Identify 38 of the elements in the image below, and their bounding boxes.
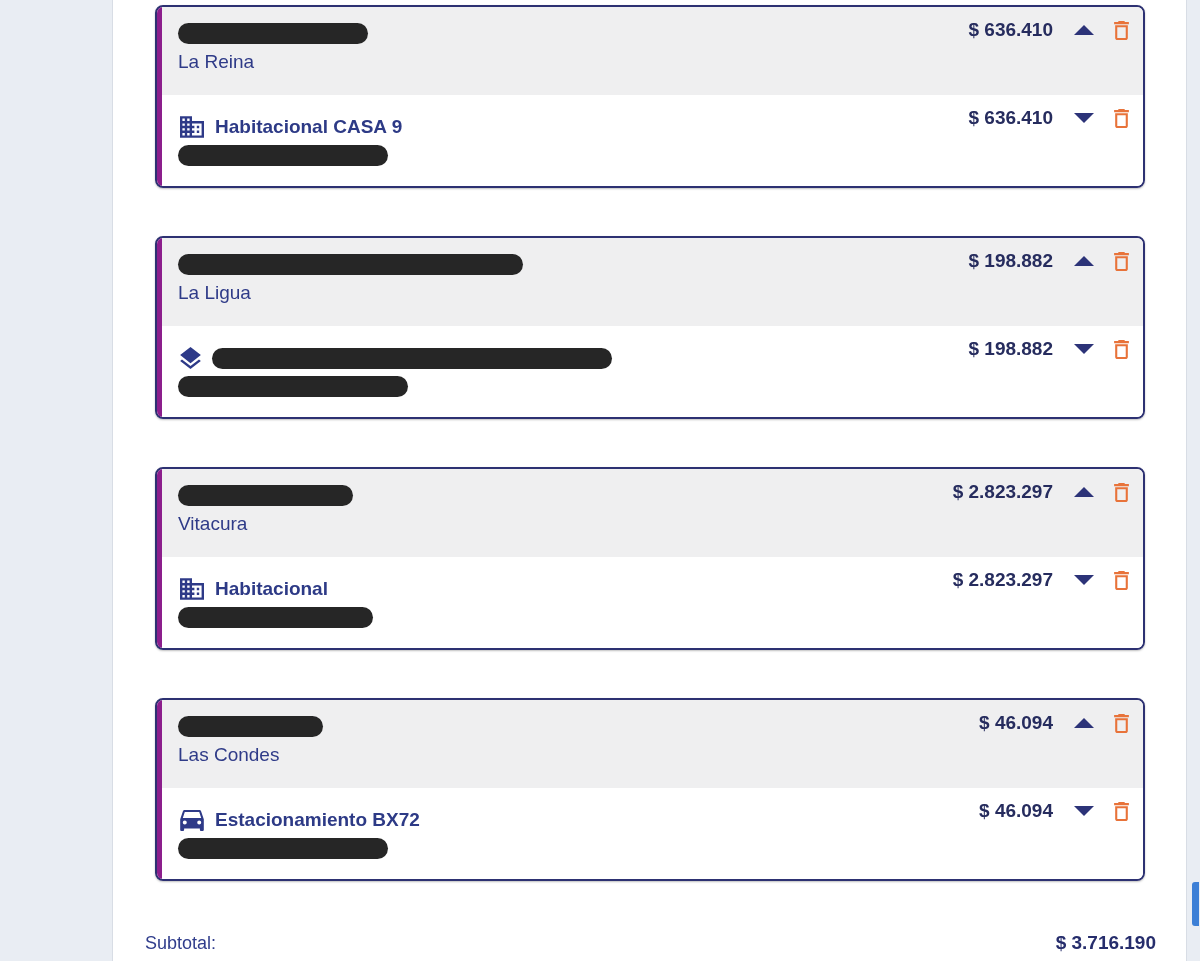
amount: $ 46.094 <box>979 799 1053 823</box>
car-icon <box>180 809 204 831</box>
commune-label: La Ligua <box>178 281 251 305</box>
unit-title: Estacionamiento BX72 <box>215 808 420 832</box>
caret-up-icon[interactable] <box>1074 487 1094 497</box>
building-icon <box>180 116 204 138</box>
amount: $ 636.410 <box>968 18 1053 42</box>
trash-icon[interactable] <box>1114 108 1129 128</box>
trash-icon[interactable] <box>1114 713 1129 733</box>
caret-down-icon[interactable] <box>1074 575 1094 585</box>
caret-up-icon[interactable] <box>1074 256 1094 266</box>
trash-icon[interactable] <box>1114 20 1129 40</box>
unit-title: Habitacional CASA 9 <box>215 115 403 139</box>
caret-down-icon[interactable] <box>1074 344 1094 354</box>
trash-icon[interactable] <box>1114 251 1129 271</box>
caret-up-icon[interactable] <box>1074 25 1094 35</box>
amount: $ 46.094 <box>979 711 1053 735</box>
amount: $ 2.823.297 <box>952 568 1053 592</box>
commune-label: Las Condes <box>178 743 280 767</box>
trash-icon[interactable] <box>1114 570 1129 590</box>
commune-label: Vitacura <box>178 512 248 536</box>
trash-icon[interactable] <box>1114 801 1129 821</box>
commune-label: La Reina <box>178 50 255 74</box>
amount: $ 198.882 <box>968 337 1053 361</box>
amount: $ 636.410 <box>968 106 1053 130</box>
trash-icon[interactable] <box>1114 482 1129 502</box>
caret-down-icon[interactable] <box>1074 806 1094 816</box>
scroll-thumb[interactable] <box>1192 882 1199 926</box>
caret-down-icon[interactable] <box>1074 113 1094 123</box>
subtotal-amount: $ 3.716.190 <box>1055 932 1156 954</box>
caret-up-icon[interactable] <box>1074 718 1094 728</box>
trash-icon[interactable] <box>1114 339 1129 359</box>
subtotal-label: Subtotal: <box>145 932 217 954</box>
amount: $ 198.882 <box>968 249 1053 273</box>
amount: $ 2.823.297 <box>952 480 1053 504</box>
layers-icon <box>180 347 201 369</box>
unit-title: Habitacional <box>215 577 328 601</box>
building-icon <box>180 578 204 600</box>
